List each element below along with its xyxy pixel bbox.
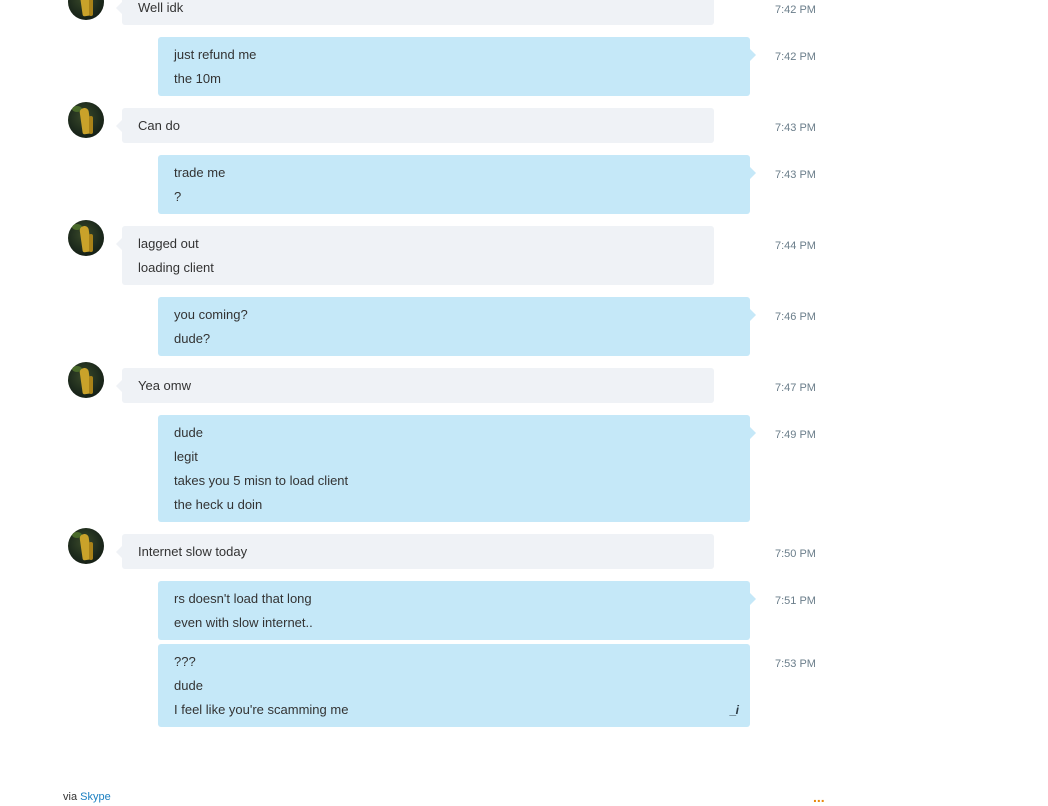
message-line: Well idk [138,0,184,15]
incoming-message[interactable]: Can do [116,108,714,143]
message-line: you coming? [174,307,248,322]
message-timestamp: 7:43 PM [775,122,816,134]
message-line: Can do [138,118,180,133]
message-line: takes you 5 misn to load client [174,473,349,488]
outgoing-message[interactable]: trade me? [158,155,756,214]
message-line: trade me [174,165,226,180]
outgoing-message[interactable]: rs doesn't load that long even with slow … [158,581,756,640]
message-timestamp: 7:46 PM [775,311,816,323]
message-timestamp: 7:44 PM [775,240,816,252]
avatar[interactable] [68,362,104,398]
message-line: even with slow internet.. [174,615,313,630]
message-timestamp: 7:53 PM [775,658,816,670]
more-options-icon[interactable]: ... [813,790,825,804]
message-line: legit [174,449,198,464]
message-line: I feel like you're scamming me [174,702,349,717]
incoming-message[interactable]: Well idk [116,0,714,25]
message-line: dude [174,678,203,693]
outgoing-message[interactable]: you coming? dude? [158,297,756,356]
avatar[interactable] [68,528,104,564]
skype-link[interactable]: Skype [80,791,111,803]
message-line: ? [174,189,182,204]
message-timestamp: 7:47 PM [775,382,816,394]
via-label: via [63,791,78,803]
outgoing-message[interactable]: ??? dude I feel like you're scamming me _i [158,644,750,727]
message-line: rs doesn't load that long [174,591,312,606]
outgoing-message[interactable]: dude legit takes you 5 misn to load client… [158,415,756,522]
avatar[interactable] [68,220,104,256]
message-line: dude [174,425,203,440]
message-line: Internet slow today [138,544,248,559]
chat-transcript: Well idk 7:42 PM just refund me the 10m 7:42… [0,0,1048,806]
message-line: ??? [174,654,196,669]
incoming-message[interactable]: lagged out loading client [116,226,714,285]
message-timestamp: 7:42 PM [775,4,816,16]
message-line: Yea omw [138,378,191,393]
edited-icon: _i [729,703,739,717]
outgoing-message[interactable]: just refund me the 10m [158,37,756,96]
incoming-message[interactable]: Yea omw [116,368,714,403]
incoming-message[interactable]: Internet slow today [116,534,714,569]
message-line: just refund me [174,47,257,62]
message-timestamp: 7:43 PM [775,169,816,181]
message-line: dude? [174,331,211,346]
message-timestamp: 7:50 PM [775,548,816,560]
message-line: the heck u doin [174,497,263,512]
footer-via: via Skype [63,791,111,803]
avatar[interactable] [68,102,104,138]
message-line: loading client [138,260,214,275]
message-line: the 10m [174,71,221,86]
avatar[interactable] [68,0,104,20]
message-timestamp: 7:49 PM [775,429,816,441]
message-timestamp: 7:42 PM [775,51,816,63]
message-timestamp: 7:51 PM [775,595,816,607]
message-line: lagged out [138,236,199,251]
